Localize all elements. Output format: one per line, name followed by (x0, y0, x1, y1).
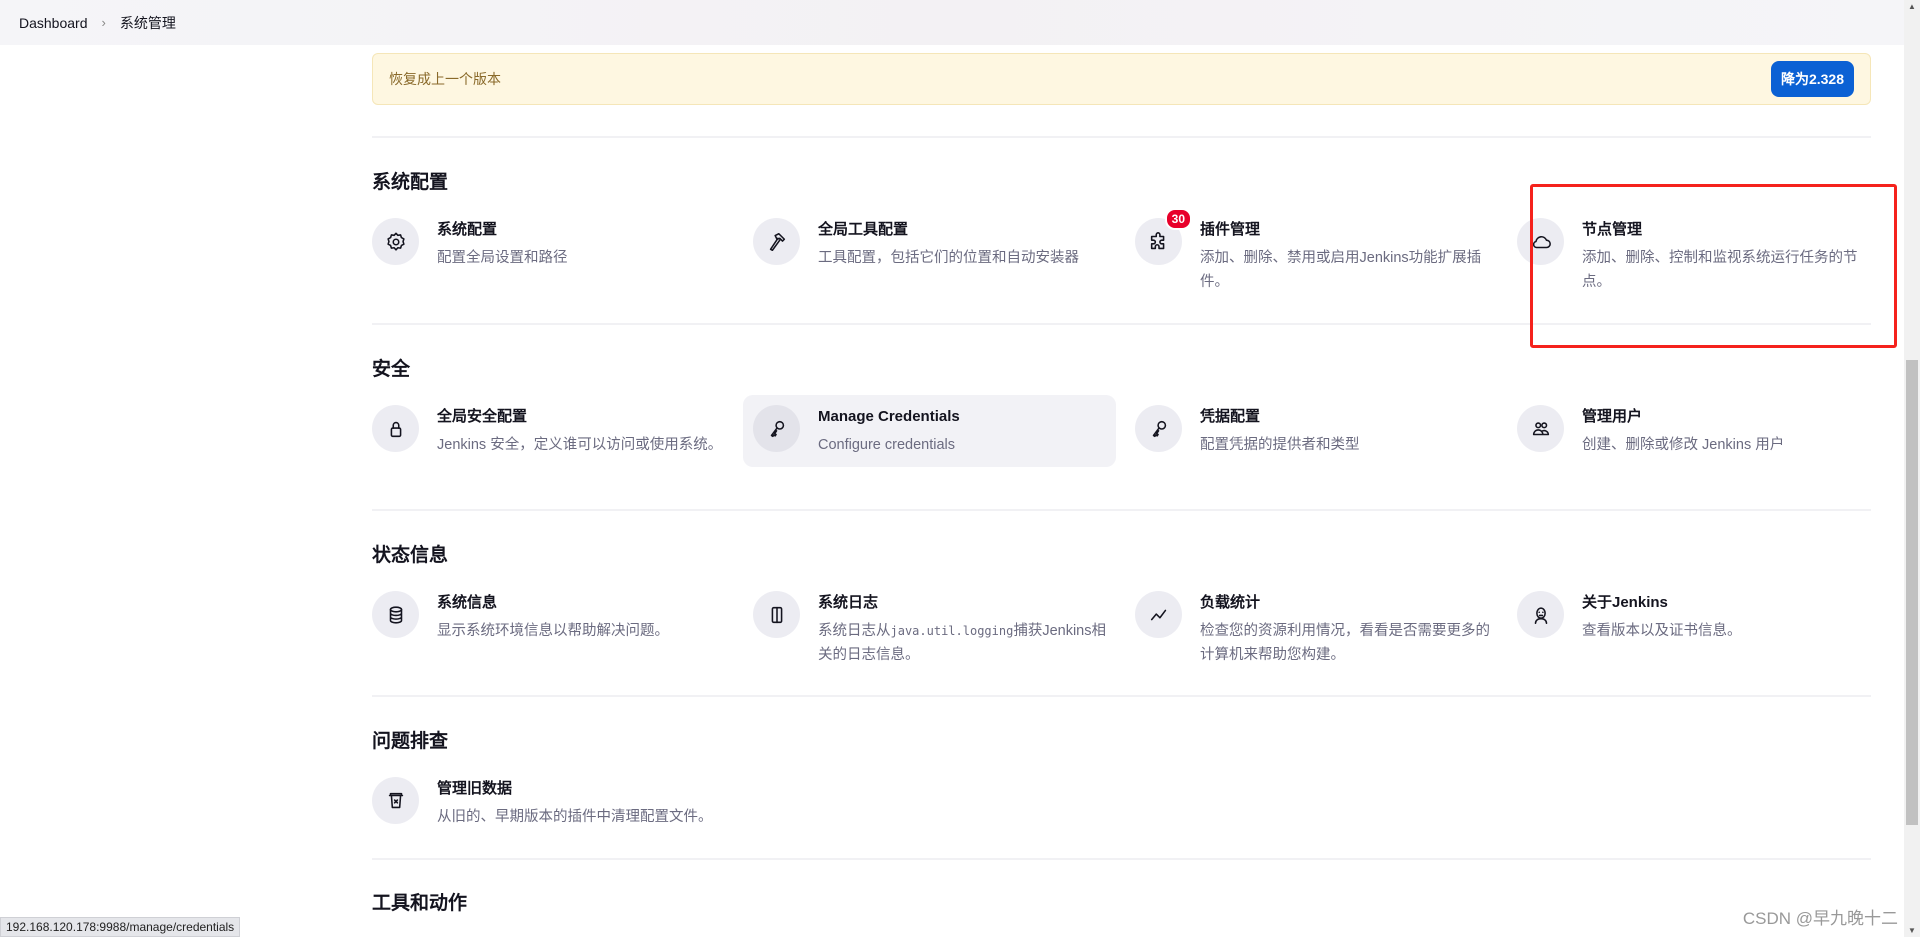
scroll-down-icon[interactable]: ▼ (1908, 926, 1916, 935)
item-title: Manage Credentials (818, 408, 960, 425)
link-status-url: 192.168.120.178:9988/manage/credentials (0, 917, 241, 937)
gear-icon (372, 218, 419, 265)
item-desc: 配置凭据的提供者和类型 (1200, 437, 1360, 453)
item-title: 全局工具配置 (818, 221, 909, 238)
scroll-up-icon[interactable]: ▲ (1908, 2, 1916, 11)
users-icon (1517, 405, 1564, 452)
item-manage-users[interactable]: 管理用户创建、删除或修改 Jenkins 用户 (1517, 405, 1889, 457)
downgrade-banner: 恢复成上一个版本 降为2.328 (372, 53, 1871, 105)
item-desc: 系统日志从java.util.logging捕获Jenkins相关的日志信息。 (818, 623, 1106, 663)
item-title: 系统配置 (437, 221, 498, 238)
section-title: 工具和动作 (372, 893, 468, 914)
item-desc: Configure credentials (818, 437, 956, 453)
key-icon (753, 405, 800, 452)
item-title: 节点管理 (1582, 221, 1643, 238)
item-node-manager[interactable]: 节点管理添加、删除、控制和监视系统运行任务的节点。 (1517, 218, 1889, 294)
section-title: 状态信息 (372, 545, 449, 566)
divider (372, 136, 1871, 138)
item-manage-credentials[interactable]: Manage Credentials Configure credentials (743, 395, 1116, 467)
divider (372, 858, 1871, 860)
breadcrumb-dashboard[interactable]: Dashboard (19, 15, 88, 31)
item-desc: 添加、删除、控制和监视系统运行任务的节点。 (1582, 250, 1858, 290)
log-icon (753, 591, 800, 638)
database-icon (372, 591, 419, 638)
item-title: 管理用户 (1582, 408, 1643, 425)
hammer-icon (753, 218, 800, 265)
jenkins-icon (1517, 591, 1564, 638)
item-desc: 工具配置，包括它们的位置和自动安装器 (818, 250, 1079, 266)
item-load-statistics[interactable]: 负载统计检查您的资源利用情况，看看是否需要更多的计算机来帮助您构建。 (1135, 591, 1507, 667)
chart-line-icon (1135, 591, 1182, 638)
item-desc: 添加、删除、禁用或启用Jenkins功能扩展插件。 (1200, 250, 1482, 290)
item-desc: Jenkins 安全，定义谁可以访问或使用系统。 (437, 437, 723, 453)
item-system-config[interactable]: 系统配置配置全局设置和路径 (372, 218, 744, 270)
section-title: 问题排查 (372, 731, 449, 752)
trash-icon (372, 777, 419, 824)
item-desc: 创建、删除或修改 Jenkins 用户 (1582, 437, 1785, 453)
breadcrumb-current[interactable]: 系统管理 (120, 13, 176, 33)
divider (372, 509, 1871, 511)
key-icon (1135, 405, 1182, 452)
breadcrumb: Dashboard › 系统管理 (0, 0, 1904, 45)
item-credential-config[interactable]: 凭据配置配置凭据的提供者和类型 (1135, 405, 1507, 457)
divider (372, 695, 1871, 697)
section-troubleshooting: 管理旧数据从旧的、早期版本的插件中清理配置文件。 (372, 777, 1871, 867)
item-desc: 显示系统环境信息以帮助解决问题。 (437, 623, 669, 639)
section-status-info: 系统信息显示系统环境信息以帮助解决问题。 系统日志系统日志从java.util.… (372, 591, 1871, 681)
item-system-log[interactable]: 系统日志系统日志从java.util.logging捕获Jenkins相关的日志… (753, 591, 1125, 667)
downgrade-button[interactable]: 降为2.328 (1770, 61, 1854, 97)
lock-icon (372, 405, 419, 452)
item-title: 关于Jenkins (1582, 594, 1668, 611)
item-about-jenkins[interactable]: 关于Jenkins 查看版本以及证书信息。 (1517, 591, 1889, 643)
item-manage-old-data[interactable]: 管理旧数据从旧的、早期版本的插件中清理配置文件。 (372, 777, 872, 829)
section-system-config: 系统配置配置全局设置和路径 全局工具配置工具配置，包括它们的位置和自动安装器 3… (372, 208, 1871, 308)
scrollbar-thumb[interactable] (1906, 360, 1918, 825)
item-desc: 检查您的资源利用情况，看看是否需要更多的计算机来帮助您构建。 (1200, 623, 1490, 663)
scrollbar[interactable]: ▲ ▼ (1904, 0, 1920, 937)
cloud-icon (1517, 218, 1564, 265)
item-title: 管理旧数据 (437, 780, 513, 797)
item-system-info[interactable]: 系统信息显示系统环境信息以帮助解决问题。 (372, 591, 744, 643)
puzzle-icon: 30 (1135, 208, 1192, 265)
item-global-security[interactable]: 全局安全配置 Jenkins 安全，定义谁可以访问或使用系统。 (372, 405, 744, 457)
item-desc: 查看版本以及证书信息。 (1582, 623, 1742, 639)
divider (372, 323, 1871, 325)
section-security: 全局安全配置 Jenkins 安全，定义谁可以访问或使用系统。 Manage Cr… (372, 395, 1871, 495)
section-title: 系统配置 (372, 172, 449, 193)
item-title: 系统信息 (437, 594, 498, 611)
item-title: 插件管理 (1200, 221, 1261, 238)
watermark: CSDN @早九晚十二 (1742, 909, 1898, 928)
item-title: 系统日志 (818, 594, 879, 611)
section-title: 安全 (372, 359, 411, 380)
banner-text: 恢复成上一个版本 (389, 71, 501, 87)
item-global-tool-config[interactable]: 全局工具配置工具配置，包括它们的位置和自动安装器 (753, 218, 1125, 270)
item-plugin-manager[interactable]: 30 插件管理添加、删除、禁用或启用Jenkins功能扩展插件。 (1135, 208, 1507, 294)
item-title: 全局安全配置 (437, 408, 528, 425)
update-count-badge: 30 (1164, 208, 1192, 230)
chevron-right-icon: › (101, 15, 106, 30)
item-title: 凭据配置 (1200, 408, 1261, 425)
item-title: 负载统计 (1200, 594, 1261, 611)
item-desc: 配置全局设置和路径 (437, 250, 568, 266)
item-desc: 从旧的、早期版本的插件中清理配置文件。 (437, 809, 713, 825)
